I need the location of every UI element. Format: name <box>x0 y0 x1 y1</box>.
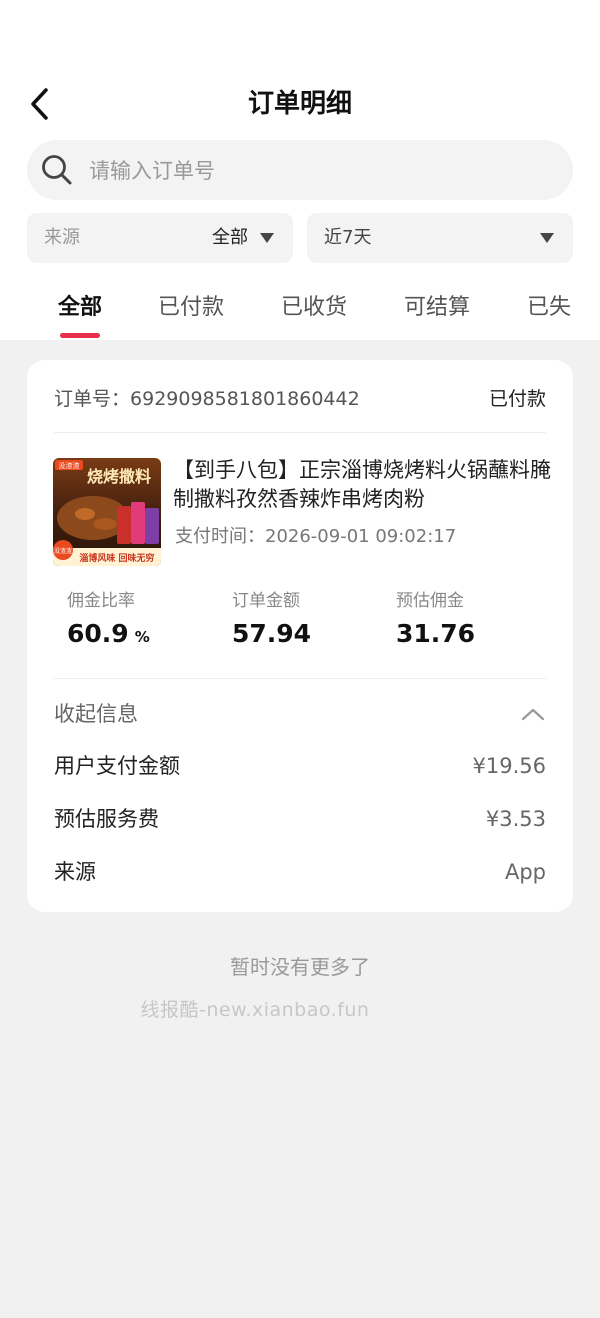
active-tab-indicator <box>60 333 100 338</box>
source-filter-label: 来源 <box>44 227 80 248</box>
collapse-info-toggle[interactable]: 收起信息 <box>54 696 546 732</box>
page-title: 订单明细 <box>247 89 352 119</box>
watermark-text: 线报酷-new.xianbao.fun <box>140 999 370 1021</box>
no-more-text: 暂时没有更多了 <box>230 955 370 979</box>
stat-label: 佣金比率 <box>67 591 135 611</box>
product-slogan-text: 淄博风味 回味无穷 <box>79 552 154 564</box>
order-status: 已付款 <box>488 388 546 410</box>
stat-label: 预估佣金 <box>396 591 464 611</box>
order-number-label: 订单号： <box>54 388 131 410</box>
tab-all[interactable]: 全部 <box>58 288 102 328</box>
detail-value: ¥19.56 <box>472 754 546 778</box>
divider <box>54 432 546 433</box>
detail-label: 用户支付金额 <box>54 754 180 778</box>
pay-time: 支付时间：2026-09-01 09:02:17 <box>175 522 456 552</box>
detail-label: 预估服务费 <box>54 807 159 831</box>
pay-time-label: 支付时间： <box>175 526 265 547</box>
source-filter-dropdown[interactable]: 来源 全部 <box>27 213 293 263</box>
product-thumbnail[interactable]: 没渣渣 烧烤撒料 没渣渣 淄博风味 回味无穷 <box>53 458 161 566</box>
caret-down-icon <box>540 233 554 243</box>
detail-value: App <box>504 860 546 884</box>
order-card: 订单号：6929098581801860442 已付款 没渣渣 烧烤撒料 没渣渣… <box>27 360 573 912</box>
detail-row-user-paid: 用户支付金额 ¥19.56 <box>54 748 546 784</box>
product-headline-text: 烧烤撒料 <box>87 467 151 486</box>
percent-unit: % <box>134 628 150 646</box>
stat-commission-rate: 佣金比率 60.9% <box>67 588 150 655</box>
status-tabs: 全部 已付款 已收货 可结算 已失 <box>0 280 600 340</box>
stat-value: 60.9% <box>67 616 150 655</box>
stat-label: 订单金额 <box>232 591 300 611</box>
detail-row-service-fee: 预估服务费 ¥3.53 <box>54 801 546 837</box>
chevron-up-icon <box>521 708 545 721</box>
tab-received[interactable]: 已收货 <box>281 288 347 328</box>
stat-estimated-commission: 预估佣金 31.76 <box>396 588 475 652</box>
product-brand-text: 没渣渣 <box>59 461 80 470</box>
product-title[interactable]: 【到手八包】正宗淄博烧烤料火锅蘸料腌制撒料孜然香辣炸串烤肉粉 <box>173 456 553 514</box>
source-filter-value: 全部 <box>212 227 248 248</box>
search-icon <box>42 155 72 185</box>
commission-rate-value: 60.9 <box>67 619 129 648</box>
stat-value: 57.94 <box>232 619 312 648</box>
stat-value: 31.76 <box>396 619 476 648</box>
order-number-value: 6929098581801860442 <box>130 388 360 410</box>
order-number: 订单号：6929098581801860442 <box>54 384 360 414</box>
date-filter-value: 近7天 <box>324 227 372 248</box>
divider <box>54 678 546 679</box>
caret-down-icon <box>260 233 274 243</box>
product-image: 没渣渣 烧烤撒料 没渣渣 淄博风味 回味无穷 <box>53 458 161 566</box>
date-filter-dropdown[interactable]: 近7天 <box>307 213 573 263</box>
detail-row-source: 来源 App <box>54 854 546 890</box>
tab-invalid[interactable]: 已失 <box>527 288 571 328</box>
tab-settleable[interactable]: 可结算 <box>404 288 470 328</box>
search-input[interactable] <box>87 140 561 202</box>
pay-time-value: 2026-09-01 09:02:17 <box>265 526 457 547</box>
tab-paid[interactable]: 已付款 <box>158 288 224 328</box>
detail-label: 来源 <box>54 860 96 884</box>
detail-value: ¥3.53 <box>485 807 546 831</box>
product-badge-text: 没渣渣 <box>54 547 72 555</box>
collapse-info-label: 收起信息 <box>54 702 138 726</box>
search-bar[interactable] <box>27 140 573 202</box>
stat-order-amount: 订单金额 57.94 <box>232 588 311 652</box>
